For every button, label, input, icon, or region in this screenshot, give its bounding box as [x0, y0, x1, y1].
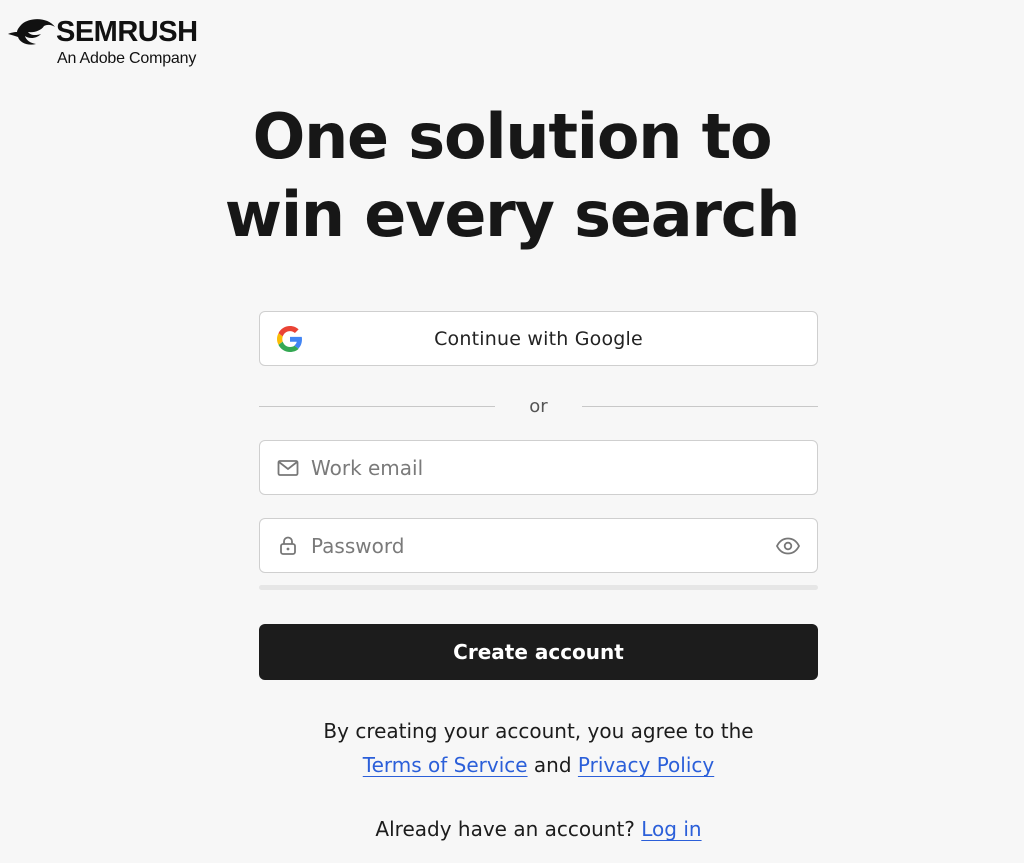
divider-text: or [529, 395, 548, 417]
email-field[interactable] [259, 440, 818, 495]
terms-of-service-link[interactable]: Terms of Service [363, 753, 528, 777]
divider-line-left [259, 405, 495, 407]
log-in-link[interactable]: Log in [641, 817, 701, 841]
or-divider: or [259, 395, 818, 417]
password-field[interactable] [259, 518, 818, 573]
google-button-label: Continue with Google [434, 327, 643, 350]
eye-icon[interactable] [775, 534, 801, 558]
headline-line-1: One solution to [252, 100, 773, 173]
mail-icon [277, 460, 299, 476]
login-prompt: Already have an account? Log in [259, 814, 818, 844]
continue-with-google-button[interactable]: Continue with Google [259, 311, 818, 366]
create-account-button[interactable]: Create account [259, 624, 818, 680]
semrush-logo[interactable]: SEMRUSH An Adobe Company [8, 16, 223, 70]
legal-notice: By creating your account, you agree to t… [259, 714, 818, 782]
divider-line-right [582, 405, 818, 407]
brand-tagline: An Adobe Company [57, 50, 197, 67]
lock-icon [280, 536, 296, 555]
page-headline: One solution to win every search [0, 98, 1024, 254]
privacy-policy-link[interactable]: Privacy Policy [578, 753, 714, 777]
legal-prefix: By creating your account, you agree to t… [323, 719, 754, 743]
password-strength-bar [259, 585, 818, 590]
email-input[interactable] [311, 441, 751, 494]
legal-conjunction: and [533, 753, 572, 777]
google-g-icon [277, 326, 302, 352]
login-prompt-text: Already have an account? [375, 817, 635, 841]
signup-page: SEMRUSH An Adobe Company One solution to… [0, 0, 1024, 863]
password-input[interactable] [311, 519, 751, 572]
headline-line-2: win every search [224, 178, 801, 251]
signup-form: Continue with Google or Work email Creat… [259, 311, 818, 844]
semrush-fireball-icon [8, 19, 55, 45]
brand-name: SEMRUSH [56, 16, 198, 48]
